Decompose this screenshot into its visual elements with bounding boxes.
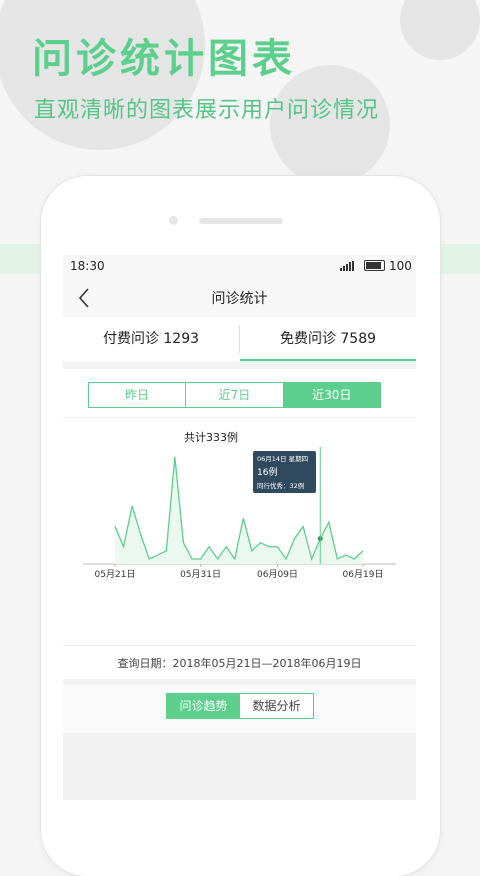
view-switch-tabs: 问诊趋势 数据分析	[166, 693, 314, 719]
status-bar: 18:30 100	[63, 255, 416, 277]
x-tick-label: 05月21日	[95, 569, 136, 580]
tab-free-consult[interactable]: 免费问诊 7589	[240, 317, 416, 361]
stats-card: 昨日 近7日 近30日 共计333例 05月21日 05月31日 06月09日 06月…	[63, 369, 416, 679]
series-area	[115, 457, 363, 564]
tooltip-note: 同行优秀：32例	[257, 481, 304, 490]
signal-icon	[340, 261, 356, 271]
range-yesterday-button[interactable]: 昨日	[89, 383, 186, 407]
consult-type-tabs: 付费问诊 1293 免费问诊 7589	[63, 317, 416, 361]
date-range-selector: 昨日 近7日 近30日	[88, 382, 381, 408]
divider	[63, 645, 416, 646]
range-30days-button[interactable]: 近30日	[284, 383, 380, 407]
status-time: 18:30	[70, 259, 105, 273]
x-axis-ticks: 05月21日 05月31日 06月09日 06月19日	[95, 564, 384, 580]
tab-consult-trend[interactable]: 问诊趋势	[167, 694, 240, 718]
promo-subtitle: 直观清晰的图表展示用户问诊情况	[34, 92, 379, 124]
x-tick-label: 06月19日	[343, 569, 384, 580]
tab-data-analysis[interactable]: 数据分析	[240, 694, 313, 718]
battery-icon	[364, 260, 385, 271]
tooltip-value: 16例	[257, 466, 277, 478]
promo-title: 问诊统计图表	[32, 26, 296, 84]
battery-level: 100	[389, 259, 412, 273]
range-7days-button[interactable]: 近7日	[186, 383, 283, 407]
trend-chart: 共计333例 05月21日 05月31日 06月09日 06月19日 06月14日 星…	[63, 419, 416, 624]
tooltip-date: 06月14日 星期四	[257, 455, 308, 463]
nav-bar: 问诊统计	[63, 277, 416, 317]
x-tick-label: 06月09日	[257, 569, 298, 580]
query-date-range: 查询日期：2018年05月21日—2018年06月19日	[63, 655, 416, 671]
phone-speaker	[199, 218, 283, 224]
page-title: 问诊统计	[63, 288, 416, 308]
x-tick-label: 05月31日	[180, 569, 221, 580]
divider	[63, 417, 416, 418]
phone-camera	[169, 216, 178, 225]
chart-title: 共计333例	[184, 430, 238, 444]
tab-paid-consult[interactable]: 付费问诊 1293	[63, 317, 239, 361]
app-screen: 18:30 100 问诊统计 付费问诊 1293 免费问诊 7589 昨日 近7…	[63, 255, 416, 800]
chart-area	[83, 457, 396, 564]
